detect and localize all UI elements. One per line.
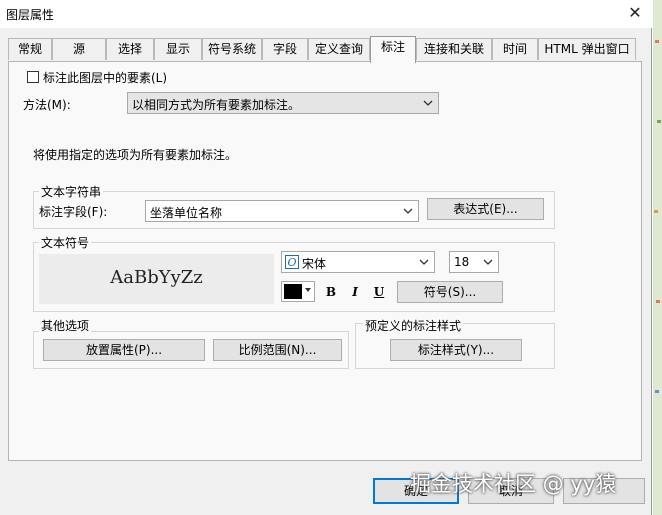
labels-panel: 标注此图层中的要素(L) 方法(M): 以相同方式为所有要素加标注。 将使用指定… [8,61,642,461]
tab-display[interactable]: 显示 [154,38,202,60]
tab-selection[interactable]: 选择 [106,38,154,60]
label-layer-checkbox-label[interactable]: 标注此图层中的要素(L) [43,69,167,86]
text-symbol-group-title: 文本符号 [39,234,92,251]
title-bar: 图层属性 ✕ [0,0,652,28]
opentype-font-icon: O [285,255,299,269]
chevron-down-icon [483,259,493,265]
color-picker[interactable] [281,281,315,302]
tab-time[interactable]: 时间 [492,38,538,60]
tab-definition-query[interactable]: 定义查询 [308,38,370,60]
tab-joins-relates[interactable]: 连接和关联 [416,38,492,60]
predefined-style-group-title: 预定义的标注样式 [363,317,464,334]
font-value: 宋体 [302,257,327,271]
tab-source[interactable]: 源 [52,38,106,60]
label-field-select[interactable]: 坐落单位名称 [145,200,419,222]
label-styles-button[interactable]: 标注样式(Y)... [390,339,522,361]
method-value: 以相同方式为所有要素加标注。 [132,98,301,112]
font-size-value: 18 [454,255,470,269]
layer-properties-dialog: 图层属性 ✕ 常规 源 选择 显示 符号系统 字段 定义查询 标注 连接和关联 … [0,0,652,515]
tab-labels[interactable]: 标注 [370,36,416,63]
font-select[interactable]: O 宋体 [281,251,435,273]
close-icon[interactable]: ✕ [624,2,646,24]
expression-button[interactable]: 表达式(E)... [427,198,544,220]
text-symbol-preview: AaBbYyZz [39,254,274,304]
tab-strip: 常规 源 选择 显示 符号系统 字段 定义查询 标注 连接和关联 时间 HTML… [8,36,642,63]
tab-html-popup[interactable]: HTML 弹出窗口 [538,38,636,60]
label-layer-checkbox[interactable] [27,71,39,83]
color-swatch [284,284,302,299]
watermark: 掘金技术社区 @ yy猿 [410,472,617,496]
label-field-value: 坐落单位名称 [150,206,223,220]
tab-symbology[interactable]: 符号系统 [202,38,262,60]
tab-fields[interactable]: 字段 [262,38,308,60]
chevron-down-icon [305,288,311,292]
method-select[interactable]: 以相同方式为所有要素加标注。 [127,92,439,114]
other-options-group-title: 其他选项 [39,317,92,334]
svg-text:O: O [287,256,296,269]
chevron-down-icon [419,259,429,265]
placement-properties-button[interactable]: 放置属性(P)... [43,339,205,361]
font-size-select[interactable]: 18 [449,251,499,273]
italic-button[interactable]: I [345,282,365,302]
window-title: 图层属性 [6,8,55,22]
method-label: 方法(M): [23,98,71,112]
tab-general[interactable]: 常规 [8,38,52,60]
label-field-label: 标注字段(F): [39,205,108,219]
symbol-button[interactable]: 符号(S)... [397,281,503,303]
text-string-group-title: 文本字符串 [39,183,104,200]
chevron-down-icon [423,100,433,106]
chevron-down-icon [403,208,413,214]
info-text: 将使用指定的选项为所有要素加标注。 [33,148,238,162]
scale-range-button[interactable]: 比例范围(N)... [213,339,342,361]
map-background-strip [653,0,662,515]
underline-button[interactable]: U [369,282,389,302]
bold-button[interactable]: B [321,282,341,302]
